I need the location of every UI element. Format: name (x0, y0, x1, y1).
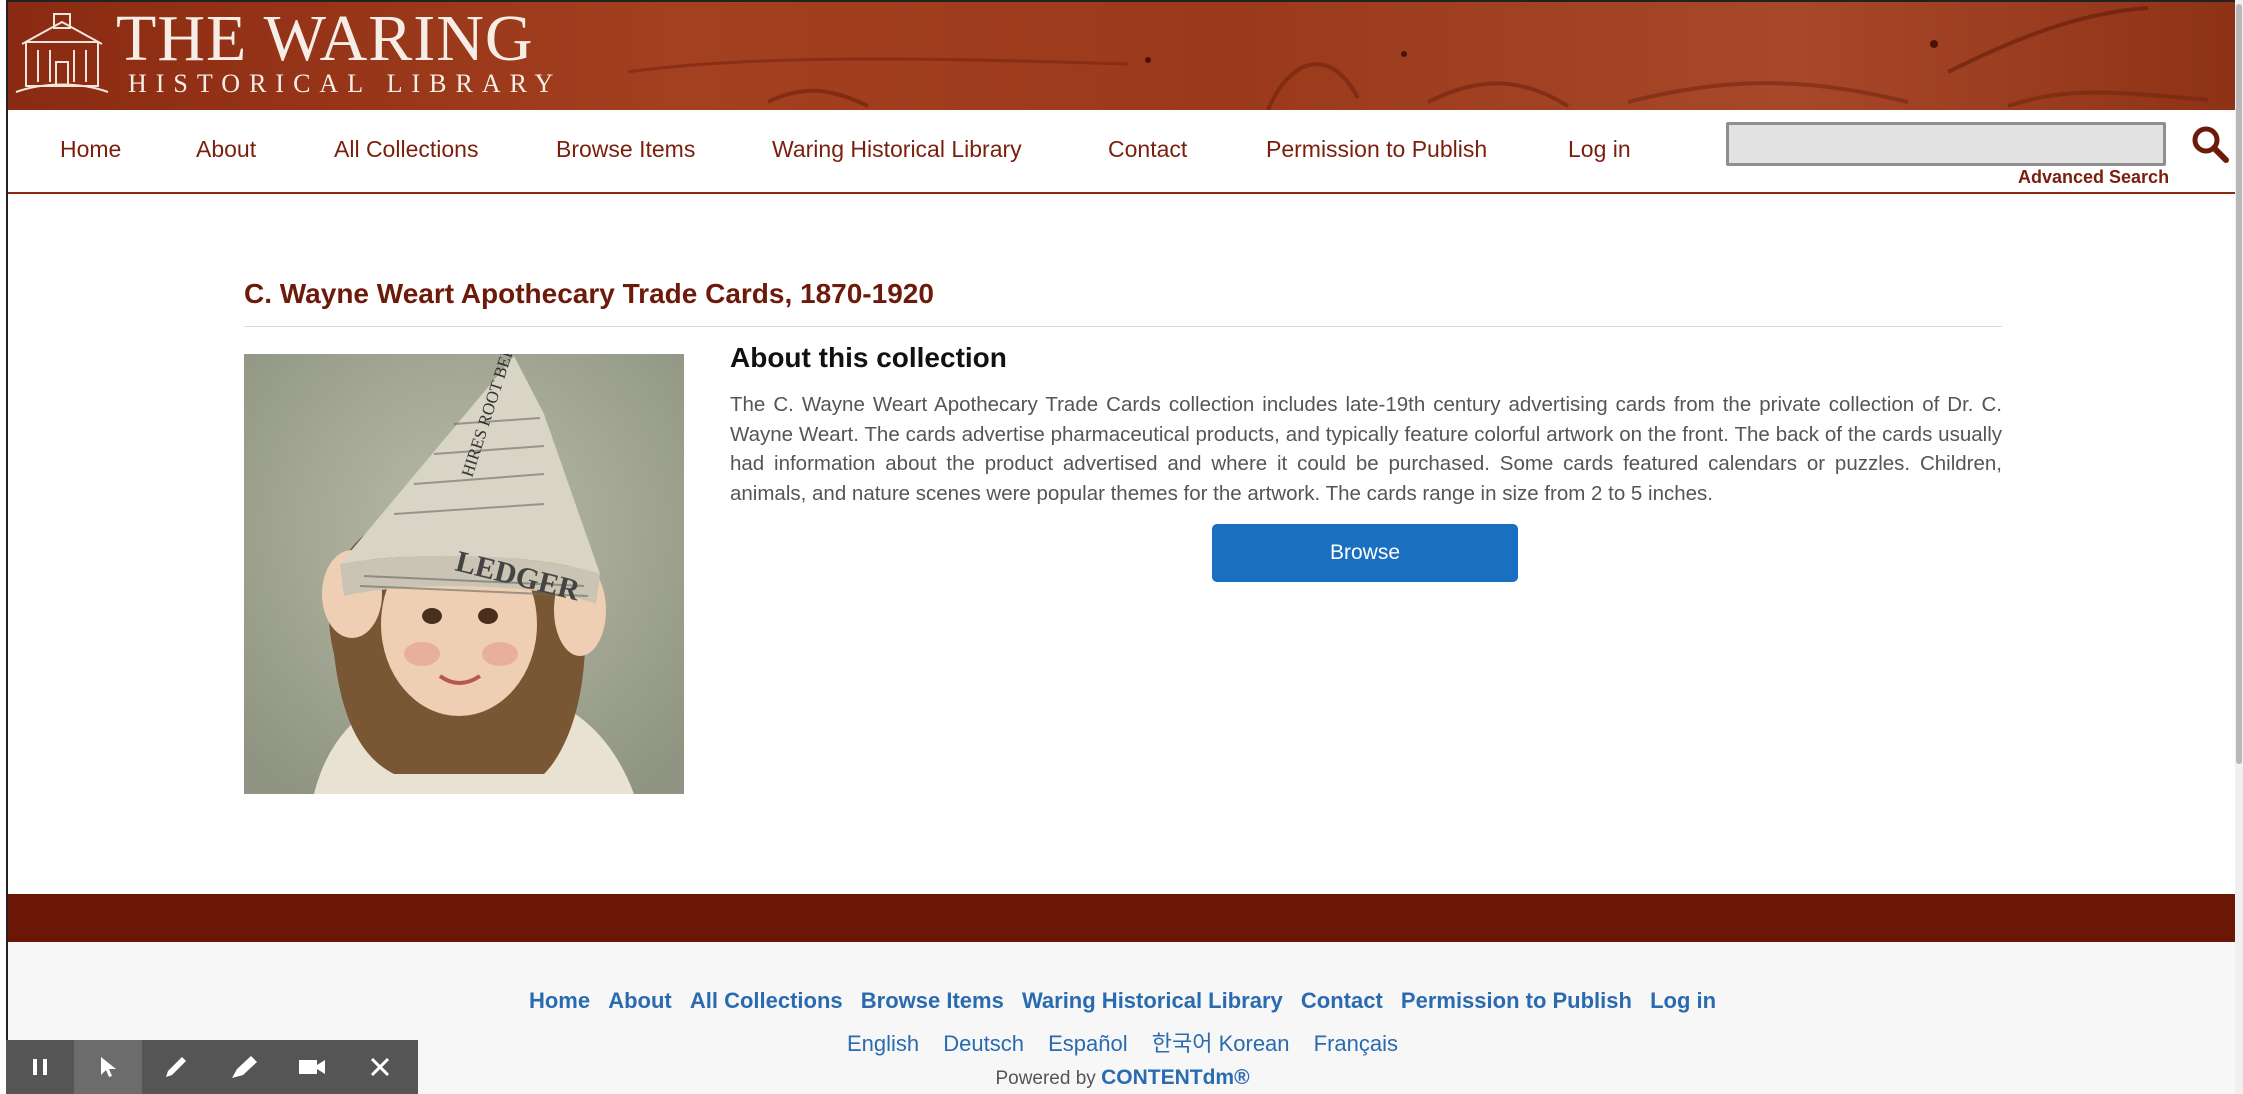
footer-link-log-in[interactable]: Log in (1650, 988, 1716, 1013)
lang-korean[interactable]: 한국어 Korean (1152, 1031, 1290, 1056)
scrollbar-thumb[interactable] (2236, 4, 2242, 764)
main-nav: Home About All Collections Browse Items … (8, 110, 2237, 194)
logo-title: THE WARING (116, 2, 534, 75)
logo-subtitle: HISTORICAL LIBRARY (128, 69, 563, 98)
title-divider (244, 326, 2002, 327)
close-icon (370, 1057, 390, 1077)
pointer-tool-button[interactable] (74, 1040, 142, 1094)
page: THE WARING HISTORICAL LIBRARY Home About… (6, 0, 2237, 1094)
footer-link-all-collections[interactable]: All Collections (690, 988, 843, 1013)
search-input[interactable] (1726, 122, 2166, 166)
nav-log-in[interactable]: Log in (1568, 136, 1631, 163)
nav-all-collections[interactable]: All Collections (334, 136, 478, 163)
nav-about[interactable]: About (196, 136, 256, 163)
lang-english[interactable]: English (847, 1031, 919, 1056)
powered-by-prefix: Powered by (995, 1068, 1096, 1089)
nav-waring-historical-library[interactable]: Waring Historical Library (772, 136, 1022, 163)
pen-tool-button[interactable] (142, 1040, 210, 1094)
nav-home[interactable]: Home (60, 136, 121, 163)
camera-icon (299, 1060, 325, 1074)
nav-browse-items[interactable]: Browse Items (556, 136, 695, 163)
contentdm-link[interactable]: CONTENTdm® (1101, 1066, 1249, 1089)
about-text: The C. Wayne Weart Apothecary Trade Card… (730, 393, 2002, 505)
recorder-toolbar (6, 1040, 418, 1094)
footer-link-waring-historical-library[interactable]: Waring Historical Library (1022, 988, 1283, 1013)
footer-bar (8, 894, 2237, 942)
page-scrollbar[interactable] (2235, 0, 2243, 1094)
footer-link-browse-items[interactable]: Browse Items (861, 988, 1004, 1013)
nav-contact[interactable]: Contact (1108, 136, 1187, 163)
lang-deutsch[interactable]: Deutsch (943, 1031, 1024, 1056)
nav-permission-to-publish[interactable]: Permission to Publish (1266, 136, 1487, 163)
highlighter-tool-button[interactable] (210, 1040, 278, 1094)
pen-icon (166, 1057, 186, 1077)
footer-link-about[interactable]: About (608, 988, 672, 1013)
close-recorder-button[interactable] (346, 1040, 414, 1094)
camera-button[interactable] (278, 1040, 346, 1094)
pause-icon (33, 1059, 47, 1075)
footer-link-permission-to-publish[interactable]: Permission to Publish (1401, 988, 1632, 1013)
highlighter-icon (232, 1056, 257, 1078)
lang-francais[interactable]: Français (1314, 1031, 1398, 1056)
pause-button[interactable] (6, 1040, 74, 1094)
search-icon (2192, 126, 2229, 163)
lang-espanol[interactable]: Español (1048, 1031, 1128, 1056)
footer-link-home[interactable]: Home (529, 988, 590, 1013)
pointer-icon (101, 1057, 116, 1077)
site-banner[interactable]: THE WARING HISTORICAL LIBRARY (8, 2, 2237, 110)
collection-thumbnail[interactable]: HIRES ROOT BEER LEDGER (244, 354, 684, 794)
search-button[interactable] (2188, 122, 2232, 166)
footer-link-contact[interactable]: Contact (1301, 988, 1383, 1013)
library-seal-icon (15, 13, 109, 93)
footer-links: Home About All Collections Browse Items … (8, 988, 2237, 1014)
advanced-search-link[interactable]: Advanced Search (2018, 167, 2169, 188)
about-heading: About this collection (730, 342, 1007, 373)
collection-title: C. Wayne Weart Apothecary Trade Cards, 1… (244, 278, 934, 309)
browse-button[interactable]: Browse (1212, 524, 1518, 582)
girl-newspaper-hat-image: HIRES ROOT BEER LEDGER (244, 354, 684, 794)
